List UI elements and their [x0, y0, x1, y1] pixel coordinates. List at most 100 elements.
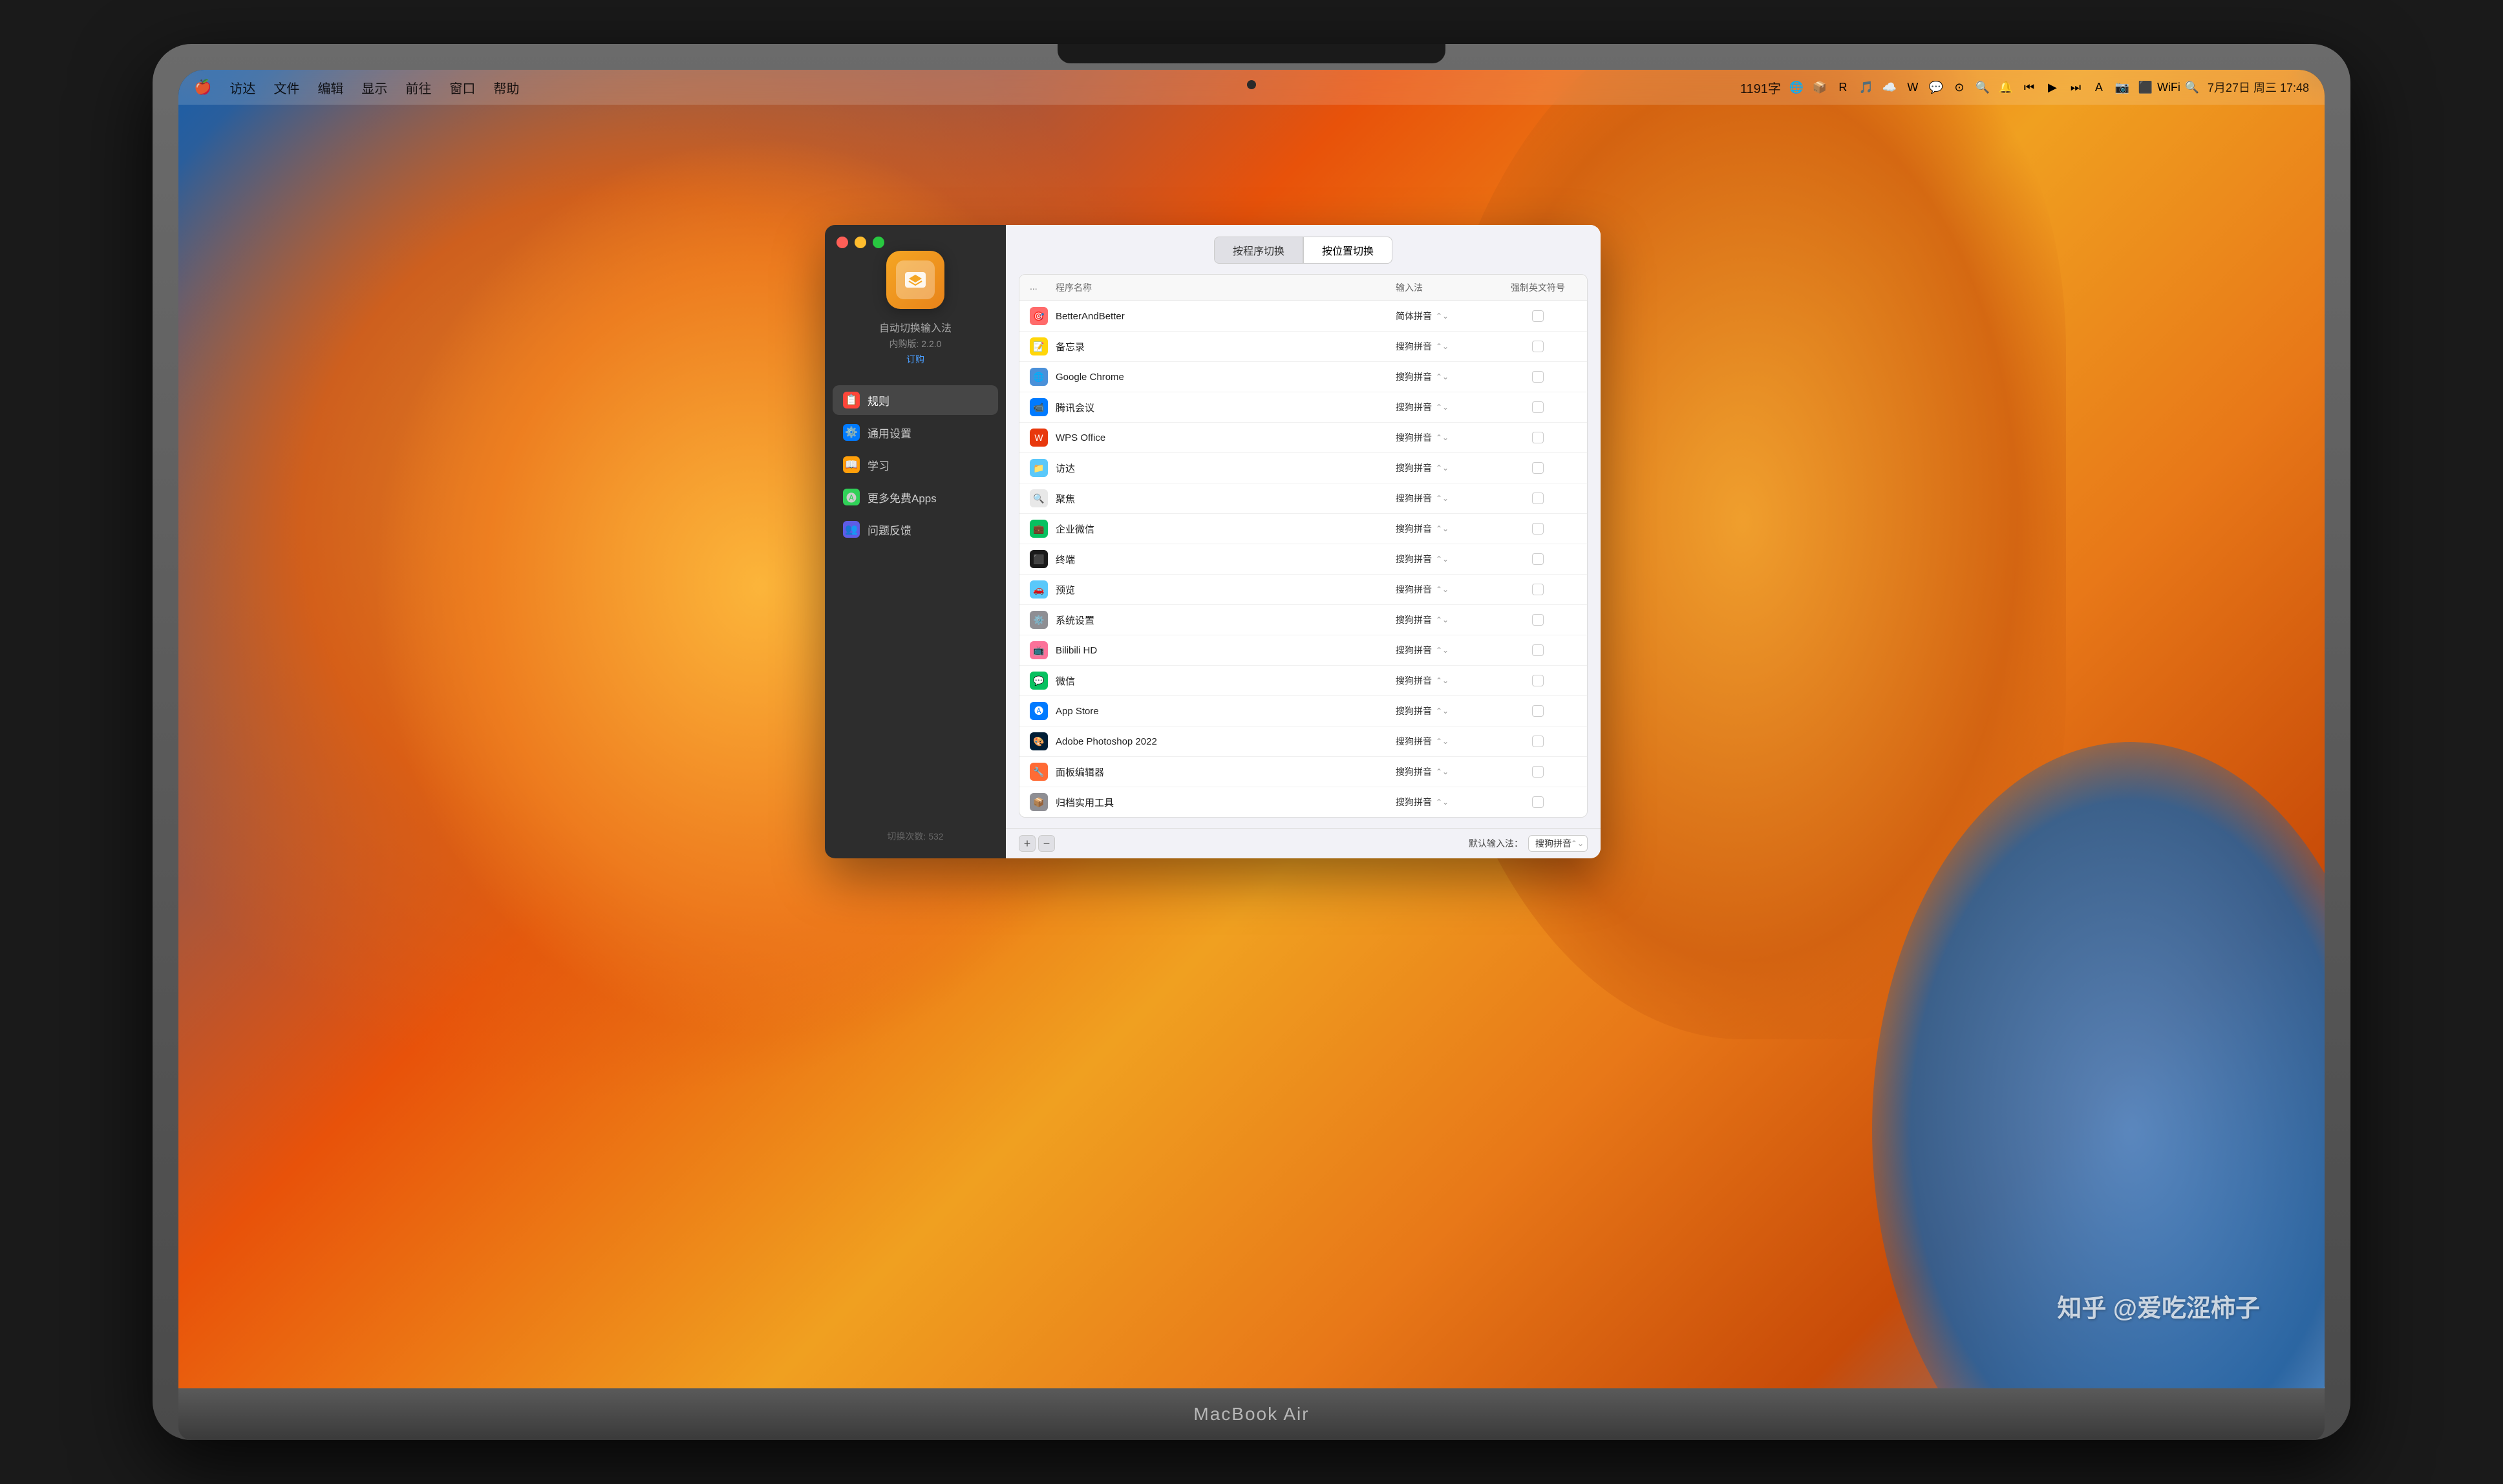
table-row[interactable]: ⚙️ 系统设置 搜狗拼音 ⌃⌄: [1019, 605, 1587, 635]
table-row[interactable]: 🎯 BetterAndBetter 简体拼音 ⌃⌄: [1019, 301, 1587, 332]
macbook-notch: [1058, 44, 1445, 63]
row-app-icon: 🚗: [1030, 580, 1048, 599]
minimize-button[interactable]: [855, 237, 866, 248]
table-row[interactable]: 🔍 聚焦 搜狗拼音 ⌃⌄: [1019, 483, 1587, 514]
tab-by-app[interactable]: 按程序切换: [1214, 237, 1303, 264]
menubar-wifi-icon: WiFi: [2161, 80, 2177, 95]
row-force-en-checkbox[interactable]: [1532, 614, 1544, 626]
row-app-name: Bilibili HD: [1056, 645, 1396, 656]
row-force-en-checkbox[interactable]: [1532, 462, 1544, 474]
menubar-icon-6: W: [1905, 80, 1921, 95]
apple-menu[interactable]: 🍎: [194, 79, 211, 96]
row-force-en-checkbox[interactable]: [1532, 766, 1544, 778]
row-app-icon: 💬: [1030, 672, 1048, 690]
macbook-label: MacBook Air: [1193, 1404, 1309, 1425]
table-row[interactable]: 📺 Bilibili HD 搜狗拼音 ⌃⌄: [1019, 635, 1587, 666]
input-method-arrow-icon: ⌃⌄: [1436, 706, 1449, 716]
row-app-icon: 🅐: [1030, 702, 1048, 720]
row-force-en-checkbox[interactable]: [1532, 432, 1544, 443]
input-method-arrow-icon: ⌃⌄: [1436, 463, 1449, 472]
app-table: ... 程序名称 输入法 强制英文符号 🎯 BetterAndBetter 简体…: [1019, 274, 1588, 818]
default-input-label: 默认输入法：: [1469, 837, 1523, 850]
row-app-icon: 📦: [1030, 793, 1048, 811]
table-row[interactable]: 📦 归档实用工具 搜狗拼音 ⌃⌄: [1019, 787, 1587, 811]
menubar-search-icon[interactable]: 🔍: [2184, 80, 2200, 95]
menubar-icon-4: 🎵: [1859, 80, 1874, 95]
table-row[interactable]: 💬 微信 搜狗拼音 ⌃⌄: [1019, 666, 1587, 696]
general-icon: ⚙️: [843, 424, 860, 441]
table-row[interactable]: 📁 访达 搜狗拼音 ⌃⌄: [1019, 453, 1587, 483]
row-app-icon: 🌐: [1030, 368, 1048, 386]
menu-edit[interactable]: 编辑: [317, 78, 343, 97]
sidebar-item-rules[interactable]: 📋 规则: [833, 385, 998, 415]
sidebar-item-more-apps[interactable]: 🅐 更多免费Apps: [833, 482, 998, 512]
main-content: 按程序切换 按位置切换 ... 程序名称 输入法 强制英文符号: [1006, 225, 1601, 858]
add-rule-button[interactable]: +: [1019, 835, 1036, 852]
table-row[interactable]: 🚗 预览 搜狗拼音 ⌃⌄: [1019, 575, 1587, 605]
row-force-en-checkbox[interactable]: [1532, 371, 1544, 383]
sidebar-purchase[interactable]: 订购: [906, 353, 924, 366]
input-method-arrow-icon: ⌃⌄: [1436, 646, 1449, 655]
row-force-en-checkbox[interactable]: [1532, 553, 1544, 565]
menubar-icon-13: ⏭: [2068, 80, 2083, 95]
input-method-arrow-icon: ⌃⌄: [1436, 615, 1449, 624]
watermark: 知乎 @爱吃涩柿子: [2057, 1288, 2260, 1324]
row-force-en-checkbox[interactable]: [1532, 341, 1544, 352]
default-input-select[interactable]: 搜狗拼音: [1528, 835, 1588, 852]
feedback-icon: 👥: [843, 521, 860, 538]
table-row[interactable]: 📝 备忘录 搜狗拼音 ⌃⌄: [1019, 332, 1587, 362]
row-app-name: WPS Office: [1056, 432, 1396, 443]
table-row[interactable]: 🔧 面板编辑器 搜狗拼音 ⌃⌄: [1019, 757, 1587, 787]
desktop: 🍎 访达 文件 编辑 显示 前往 窗口 帮助 1191字 🌐 📦 R 🎵 ☁️: [178, 70, 2325, 1388]
tab-by-position[interactable]: 按位置切换: [1303, 237, 1392, 264]
table-row[interactable]: 🌐 Google Chrome 搜狗拼音 ⌃⌄: [1019, 362, 1587, 392]
row-app-name: BetterAndBetter: [1056, 311, 1396, 322]
sidebar-item-learn[interactable]: 📖 学习: [833, 450, 998, 480]
menubar-icon-16: ⬛: [2138, 80, 2153, 95]
menu-finder[interactable]: 访达: [229, 78, 255, 97]
more-apps-label: 更多免费Apps: [868, 489, 937, 505]
row-force-en-checkbox[interactable]: [1532, 705, 1544, 717]
input-method-arrow-icon: ⌃⌄: [1436, 524, 1449, 533]
row-force-en-checkbox[interactable]: [1532, 644, 1544, 656]
header-name: 程序名称: [1056, 281, 1396, 294]
table-row[interactable]: 💼 企业微信 搜狗拼音 ⌃⌄: [1019, 514, 1587, 544]
traffic-lights: [836, 237, 884, 248]
row-app-icon: 🎨: [1030, 732, 1048, 750]
table-row[interactable]: 🎨 Adobe Photoshop 2022 搜狗拼音 ⌃⌄: [1019, 726, 1587, 757]
row-force-en-checkbox[interactable]: [1532, 310, 1544, 322]
menu-go[interactable]: 前往: [405, 78, 431, 97]
row-input-method: 搜狗拼音 ⌃⌄: [1396, 401, 1499, 414]
row-input-method: 搜狗拼音 ⌃⌄: [1396, 492, 1499, 505]
row-force-en-checkbox[interactable]: [1532, 796, 1544, 808]
maximize-button[interactable]: [873, 237, 884, 248]
menubar-left: 🍎 访达 文件 编辑 显示 前往 窗口 帮助: [194, 78, 1252, 97]
more-apps-icon: 🅐: [843, 489, 860, 505]
table-row[interactable]: 📹 腾讯会议 搜狗拼音 ⌃⌄: [1019, 392, 1587, 423]
menu-help[interactable]: 帮助: [493, 78, 519, 97]
menu-file[interactable]: 文件: [273, 78, 299, 97]
table-row[interactable]: W WPS Office 搜狗拼音 ⌃⌄: [1019, 423, 1587, 453]
row-force-en-checkbox[interactable]: [1532, 675, 1544, 686]
menu-view[interactable]: 显示: [361, 78, 387, 97]
learn-label: 学习: [868, 457, 889, 473]
row-app-name: 微信: [1056, 674, 1396, 688]
input-method-arrow-icon: ⌃⌄: [1436, 676, 1449, 685]
input-method-arrow-icon: ⌃⌄: [1436, 433, 1449, 442]
row-force-en-checkbox[interactable]: [1532, 401, 1544, 413]
row-force-en-checkbox[interactable]: [1532, 584, 1544, 595]
close-button[interactable]: [836, 237, 848, 248]
table-row[interactable]: 🅐 App Store 搜狗拼音 ⌃⌄: [1019, 696, 1587, 726]
row-app-icon: 📝: [1030, 337, 1048, 355]
row-force-en-checkbox[interactable]: [1532, 493, 1544, 504]
table-row[interactable]: ⬛ 终端 搜狗拼音 ⌃⌄: [1019, 544, 1587, 575]
feedback-label: 问题反馈: [868, 522, 911, 538]
sidebar-item-feedback[interactable]: 👥 问题反馈: [833, 514, 998, 544]
sidebar-item-general[interactable]: ⚙️ 通用设置: [833, 418, 998, 447]
row-force-en-checkbox[interactable]: [1532, 523, 1544, 535]
row-input-method: 搜狗拼音 ⌃⌄: [1396, 553, 1499, 566]
remove-rule-button[interactable]: −: [1038, 835, 1055, 852]
menu-window[interactable]: 窗口: [449, 78, 475, 97]
row-input-method: 搜狗拼音 ⌃⌄: [1396, 370, 1499, 383]
row-force-en-checkbox[interactable]: [1532, 736, 1544, 747]
